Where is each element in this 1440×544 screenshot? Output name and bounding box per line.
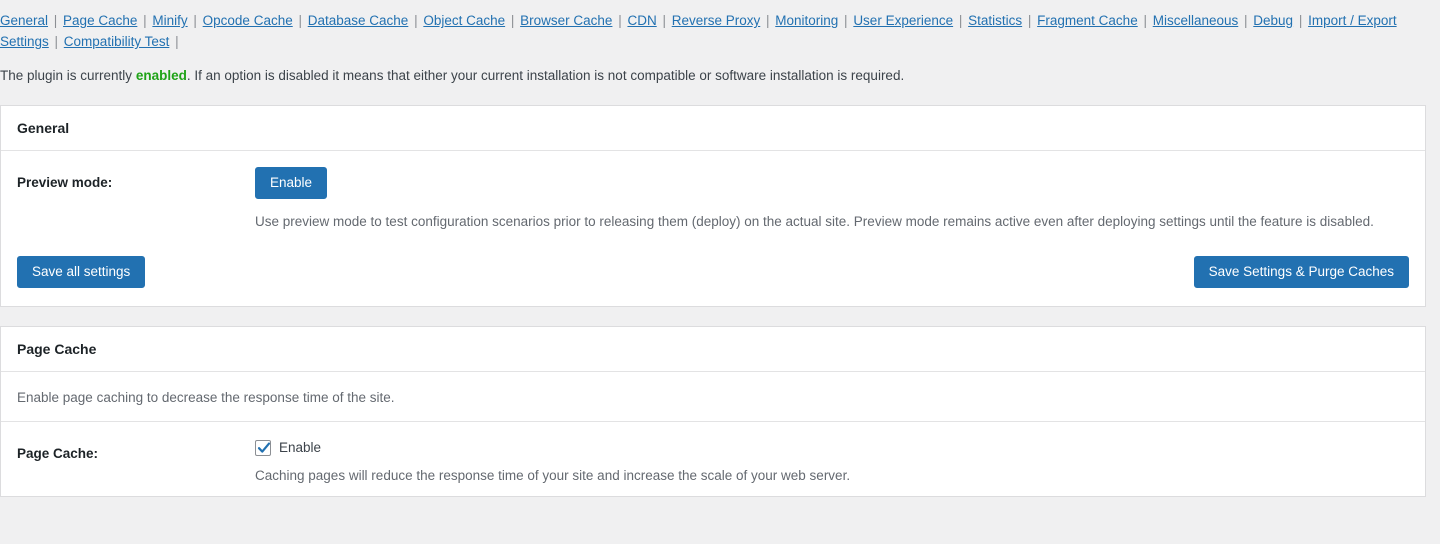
save-settings-purge-caches-button[interactable]: Save Settings & Purge Caches	[1193, 256, 1409, 288]
nav-separator: |	[507, 13, 519, 28]
general-panel: General Preview mode: Enable Use preview…	[0, 105, 1426, 307]
nav-separator: |	[840, 13, 852, 28]
settings-nav-links: General | Page Cache | Minify | Opcode C…	[0, 0, 1432, 52]
nav-separator: |	[139, 13, 151, 28]
preview-mode-control: Enable Use preview mode to test configur…	[255, 167, 1409, 232]
nav-link-object-cache[interactable]: Object Cache	[423, 13, 505, 28]
page-cache-description: Caching pages will reduce the response t…	[255, 468, 851, 483]
preview-mode-description: Use preview mode to test configuration s…	[255, 214, 1374, 229]
save-all-settings-button[interactable]: Save all settings	[17, 256, 146, 288]
checkmark-icon	[257, 442, 271, 453]
page-cache-control: Enable Caching pages will reduce the res…	[255, 438, 1409, 486]
nav-link-compatibility-test[interactable]: Compatibility Test	[64, 34, 170, 49]
page-cache-panel-title: Page Cache	[1, 327, 1425, 372]
nav-separator: |	[50, 13, 62, 28]
nav-separator: |	[294, 13, 306, 28]
nav-separator: |	[614, 13, 626, 28]
general-submit-bar: Save all settings Save Settings & Purge …	[1, 242, 1425, 306]
nav-link-browser-cache[interactable]: Browser Cache	[520, 13, 612, 28]
nav-link-reverse-proxy[interactable]: Reverse Proxy	[672, 13, 761, 28]
status-suffix: . If an option is disabled it means that…	[186, 68, 905, 83]
page-cache-enable-checkbox-row[interactable]: Enable	[255, 438, 1409, 458]
nav-separator: |	[1024, 13, 1036, 28]
page-cache-panel-note: Enable page caching to decrease the resp…	[1, 372, 1425, 422]
page-cache-row: Page Cache: Enable Caching pages will re…	[1, 422, 1425, 496]
page-cache-panel-body: Page Cache: Enable Caching pages will re…	[1, 422, 1425, 496]
preview-mode-label: Preview mode:	[17, 175, 113, 190]
nav-link-fragment-cache[interactable]: Fragment Cache	[1037, 13, 1138, 28]
nav-link-miscellaneous[interactable]: Miscellaneous	[1153, 13, 1239, 28]
nav-separator: |	[1240, 13, 1252, 28]
preview-mode-row: Preview mode: Enable Use preview mode to…	[1, 151, 1425, 242]
nav-separator: |	[658, 13, 670, 28]
nav-separator: |	[955, 13, 967, 28]
nav-separator: |	[762, 13, 774, 28]
plugin-status-message: The plugin is currently enabled. If an o…	[0, 66, 1440, 86]
nav-link-cdn[interactable]: CDN	[627, 13, 656, 28]
status-prefix: The plugin is currently	[0, 68, 136, 83]
settings-page: General | Page Cache | Minify | Opcode C…	[0, 0, 1440, 544]
nav-link-opcode-cache[interactable]: Opcode Cache	[203, 13, 293, 28]
nav-separator: |	[1295, 13, 1307, 28]
general-panel-title: General	[1, 106, 1425, 151]
nav-separator: |	[189, 13, 201, 28]
nav-link-general[interactable]: General	[0, 13, 48, 28]
nav-separator: |	[1139, 13, 1151, 28]
page-cache-enable-label: Enable	[279, 440, 322, 455]
nav-separator: |	[410, 13, 422, 28]
nav-link-debug[interactable]: Debug	[1253, 13, 1293, 28]
nav-link-statistics[interactable]: Statistics	[968, 13, 1022, 28]
nav-separator: |	[50, 34, 62, 49]
page-cache-label: Page Cache:	[17, 446, 99, 461]
nav-link-minify[interactable]: Minify	[152, 13, 187, 28]
preview-mode-enable-button[interactable]: Enable	[255, 167, 328, 199]
nav-link-user-experience[interactable]: User Experience	[853, 13, 953, 28]
page-cache-enable-checkbox[interactable]	[255, 440, 271, 456]
nav-link-monitoring[interactable]: Monitoring	[775, 13, 838, 28]
nav-link-page-cache[interactable]: Page Cache	[63, 13, 137, 28]
status-state: enabled	[135, 68, 187, 83]
nav-separator: |	[171, 34, 179, 49]
nav-link-database-cache[interactable]: Database Cache	[308, 13, 409, 28]
general-panel-body: Preview mode: Enable Use preview mode to…	[1, 151, 1425, 306]
page-cache-panel: Page Cache Enable page caching to decrea…	[0, 326, 1426, 497]
